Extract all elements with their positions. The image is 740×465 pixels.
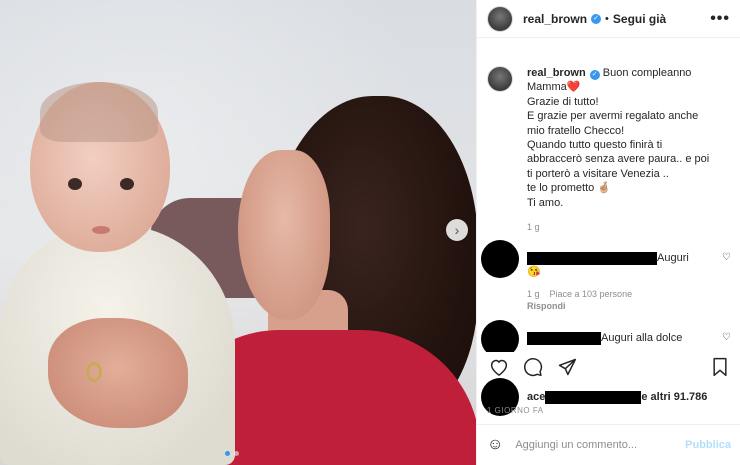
carousel-dot-active <box>225 451 230 456</box>
verified-badge-icon: ✓ <box>589 70 600 80</box>
comment-reply-row: Rispondi <box>527 301 733 311</box>
photo-baby-hair <box>40 82 158 142</box>
caption-time[interactable]: 1 g <box>527 220 709 234</box>
caption-text: abbraccerò senza avere paura.. e poi <box>527 153 710 166</box>
comment-body: Auguri 😘 1 g Piace a 103 persone Rispond… <box>527 240 733 311</box>
photo-baby-eye-right <box>120 178 134 190</box>
like-heart-icon[interactable] <box>489 358 509 376</box>
caption-text: Buon compleanno <box>602 67 692 79</box>
carousel-dots <box>225 451 239 456</box>
caption-text: Mamma❤️ <box>527 81 581 94</box>
caption-text: Ti amo. <box>527 196 564 209</box>
more-options-icon[interactable]: ••• <box>710 10 730 28</box>
comment-bubble-icon[interactable] <box>523 357 543 377</box>
comment-text: Auguri alla dolce <box>601 332 683 344</box>
redacted-username <box>545 390 642 404</box>
photo-baby-eye-left <box>68 178 82 190</box>
heart-outline-icon[interactable]: ♡ <box>722 252 731 263</box>
photo-ring <box>86 362 102 382</box>
likes-text[interactable]: ace e altri 91.786 <box>527 390 708 404</box>
carousel-dot <box>234 451 239 456</box>
caption-text: Grazie di tutto! <box>527 95 599 108</box>
caption-text: mio fratello Checco! <box>527 124 625 137</box>
comment-input[interactable] <box>515 439 686 451</box>
caption-text: te lo prometto 🤞🏼 <box>527 182 612 195</box>
comment-time[interactable]: 1 g <box>527 289 540 299</box>
reply-button[interactable]: Rispondi <box>527 301 566 311</box>
post-side-panel: real_brown ✓ • Segui già ••• real_brown ✓… <box>476 0 740 465</box>
photo-mother-hand <box>48 318 188 428</box>
comment-text: Auguri <box>657 252 689 264</box>
post-time-ago[interactable]: 1 GIORNO FA <box>487 406 544 415</box>
caption-avatar[interactable] <box>487 66 513 92</box>
post-header: real_brown ✓ • Segui già ••• <box>477 0 740 38</box>
likes-suffix: e altri 91.786 <box>641 391 708 403</box>
header-username[interactable]: real_brown <box>523 12 587 26</box>
comment-meta: 1 g Piace a 103 persone <box>527 289 733 299</box>
carousel-next-button[interactable]: › <box>446 219 468 241</box>
bookmark-icon[interactable] <box>711 357 729 377</box>
add-comment-bar: ☺ Pubblica <box>477 424 740 465</box>
caption-text: E grazie per avermi regalato anche <box>527 110 699 123</box>
comment-text-line: Auguri alla dolce <box>527 331 733 345</box>
share-paper-plane-icon[interactable] <box>557 357 577 377</box>
caption-text: ti porterò a visitare Venezia .. <box>527 167 669 180</box>
verified-badge-icon: ✓ <box>591 13 602 24</box>
redacted-username <box>527 251 657 265</box>
emoji-smiley-icon[interactable]: ☺ <box>487 436 503 454</box>
avatar[interactable] <box>487 5 513 32</box>
comment-avatar[interactable] <box>481 240 519 278</box>
likes-prefix: ace <box>527 391 546 403</box>
header-separator: • <box>605 12 609 25</box>
chevron-right-icon: › <box>454 222 460 238</box>
follow-button[interactable]: Segui già <box>613 12 666 26</box>
caption-username[interactable]: real_brown <box>527 67 586 79</box>
comment-item: Auguri 😘 1 g Piace a 103 persone Rispond… <box>481 240 733 311</box>
caption-body: real_brown ✓ Buon compleanno Mamma❤️ Graz… <box>527 66 709 234</box>
comment-text-line: Auguri <box>527 251 733 265</box>
caption-text: Quando tutto questo finirà ti <box>527 139 663 152</box>
caption-line-first: real_brown ✓ Buon compleanno <box>527 66 709 80</box>
heart-outline-icon[interactable]: ♡ <box>722 332 731 343</box>
photo-baby-mouth <box>92 226 110 234</box>
publish-button[interactable]: Pubblica <box>685 439 731 451</box>
comment-emoji: 😘 <box>527 266 541 278</box>
redacted-username <box>527 331 601 345</box>
post-caption: real_brown ✓ Buon compleanno Mamma❤️ Graz… <box>487 66 735 234</box>
comment-likes[interactable]: Piace a 103 persone <box>550 289 633 299</box>
post-photo[interactable]: › <box>0 0 476 465</box>
